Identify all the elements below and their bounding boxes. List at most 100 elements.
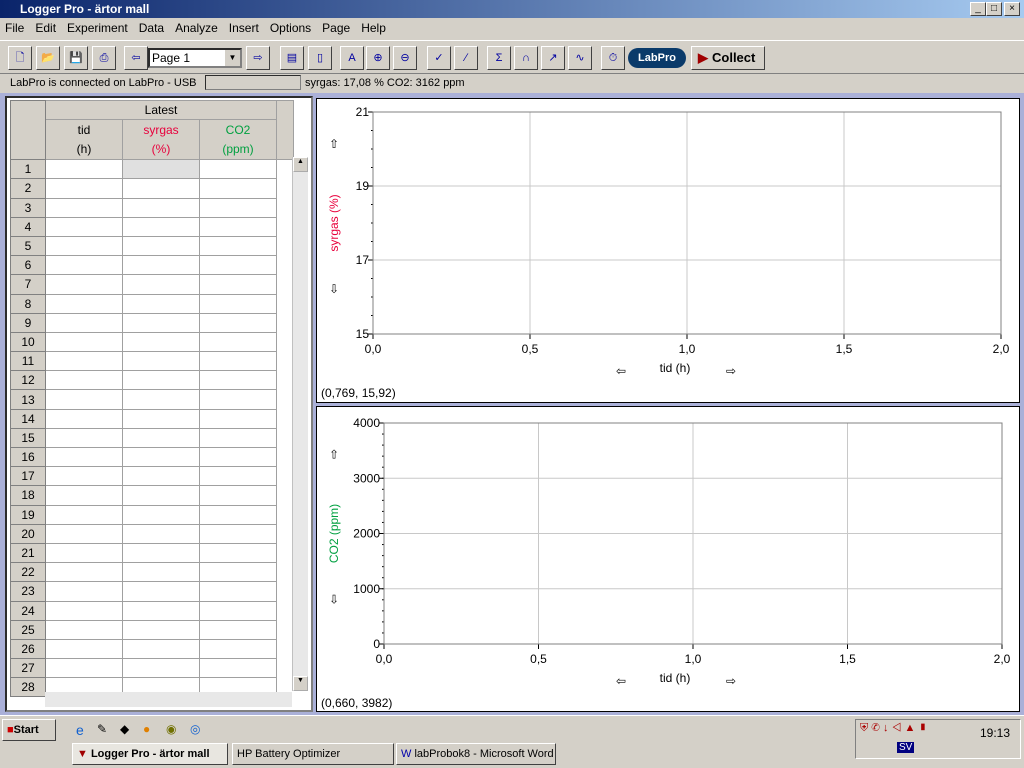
open-folder-icon[interactable]: 📂 bbox=[36, 46, 60, 70]
table-cell[interactable] bbox=[199, 504, 277, 525]
prev-page-icon[interactable]: ⇦ bbox=[124, 46, 148, 70]
table-cell[interactable] bbox=[199, 562, 277, 583]
table-cell[interactable] bbox=[45, 235, 123, 257]
internet-explorer-icon[interactable]: e bbox=[76, 722, 84, 738]
table-cell[interactable] bbox=[122, 235, 200, 257]
menu-edit[interactable]: Edit bbox=[30, 21, 62, 35]
menu-insert[interactable]: Insert bbox=[224, 21, 265, 35]
table-cell[interactable] bbox=[45, 351, 123, 372]
table-cell[interactable] bbox=[199, 255, 277, 276]
table-cell[interactable] bbox=[199, 542, 277, 564]
task-word[interactable]: W labProbok8 - Microsoft Word bbox=[396, 743, 556, 765]
minimize-button[interactable]: _ bbox=[970, 2, 986, 16]
menu-page[interactable]: Page bbox=[317, 21, 356, 35]
page-select[interactable]: Page 1 ▼ bbox=[148, 48, 242, 68]
timing-icon[interactable]: ⏱ bbox=[601, 46, 625, 70]
table-cell[interactable] bbox=[45, 389, 123, 410]
interface-icon[interactable]: ▯ bbox=[308, 46, 332, 70]
table-cell[interactable] bbox=[122, 542, 200, 564]
column-header-tid[interactable]: tid (h) bbox=[45, 119, 123, 161]
desktop-icon[interactable]: ◆ bbox=[120, 722, 129, 736]
curve-fit-icon[interactable]: ∿ bbox=[568, 46, 592, 70]
outlook-icon[interactable]: ✎ bbox=[97, 722, 107, 736]
next-page-icon[interactable]: ⇨ bbox=[246, 46, 270, 70]
table-cell[interactable] bbox=[45, 542, 123, 564]
table-cell[interactable] bbox=[122, 408, 200, 429]
table-cell[interactable] bbox=[122, 197, 200, 218]
table-cell[interactable] bbox=[122, 523, 200, 544]
table-cell[interactable] bbox=[199, 197, 277, 218]
autoscale-icon[interactable]: A bbox=[340, 46, 364, 70]
table-cell[interactable] bbox=[122, 600, 200, 621]
table-cell[interactable] bbox=[45, 293, 123, 314]
zoom-in-icon[interactable]: ⊕ bbox=[366, 46, 390, 70]
table-cell[interactable] bbox=[45, 658, 123, 679]
save-icon[interactable]: 💾 bbox=[64, 46, 88, 70]
quicktime-icon[interactable]: ◎ bbox=[190, 722, 200, 736]
clock-app-icon[interactable]: ◉ bbox=[166, 722, 176, 736]
table-cell[interactable] bbox=[199, 466, 277, 487]
table-cell[interactable] bbox=[45, 255, 123, 276]
table-cell[interactable] bbox=[45, 197, 123, 218]
table-cell[interactable] bbox=[45, 504, 123, 525]
table-cell[interactable] bbox=[45, 581, 123, 602]
table-cell[interactable] bbox=[122, 274, 200, 295]
table-cell[interactable] bbox=[45, 562, 123, 583]
column-header-syrgas[interactable]: syrgas (%) bbox=[122, 119, 200, 161]
menu-experiment[interactable]: Experiment bbox=[62, 21, 134, 35]
table-cell[interactable] bbox=[199, 658, 277, 679]
task-hp-battery[interactable]: HP Battery Optimizer bbox=[232, 743, 394, 765]
table-cell[interactable] bbox=[122, 159, 200, 180]
tray-icons[interactable]: ⛨ ✆ ↓ ◁ ▲ ▮ bbox=[860, 722, 927, 735]
collect-button[interactable]: ▶ Collect bbox=[691, 46, 765, 70]
language-indicator[interactable]: SV bbox=[897, 742, 915, 753]
table-cell[interactable] bbox=[45, 619, 123, 640]
table-cell[interactable] bbox=[199, 523, 277, 544]
table-cell[interactable] bbox=[199, 600, 277, 621]
menu-options[interactable]: Options bbox=[265, 21, 317, 35]
graph-syrgas[interactable]: 0,0 0,5 1,0 1,5 2,0 15 17 19 21 syrgas (%) ⇧ ⇩ tid (… bbox=[316, 98, 1020, 403]
table-cell[interactable] bbox=[45, 331, 123, 353]
media-player-icon[interactable]: ● bbox=[143, 722, 150, 736]
table-cell[interactable] bbox=[45, 638, 123, 660]
table-cell[interactable] bbox=[122, 466, 200, 487]
scroll-up-icon[interactable]: ▲ bbox=[293, 157, 308, 172]
task-logger-pro[interactable]: ▼ Logger Pro - ärtor mall bbox=[72, 743, 228, 765]
table-cell[interactable] bbox=[199, 638, 277, 660]
integral-icon[interactable]: ∩ bbox=[514, 46, 538, 70]
table-cell[interactable] bbox=[199, 427, 277, 449]
table-cell[interactable] bbox=[199, 293, 277, 314]
table-cell[interactable] bbox=[199, 178, 277, 199]
new-file-icon[interactable]: 🗋 bbox=[8, 46, 32, 70]
table-cell[interactable] bbox=[45, 466, 123, 487]
table-cell[interactable] bbox=[199, 446, 277, 468]
table-cell[interactable] bbox=[122, 389, 200, 410]
table-cell[interactable] bbox=[199, 159, 277, 180]
vertical-scrollbar[interactable]: ▲ ▼ bbox=[292, 157, 308, 691]
table-cell[interactable] bbox=[122, 446, 200, 468]
start-button[interactable]: ■Start bbox=[2, 719, 56, 741]
table-cell[interactable] bbox=[122, 562, 200, 583]
zoom-out-icon[interactable]: ⊖ bbox=[393, 46, 417, 70]
table-cell[interactable] bbox=[122, 370, 200, 391]
menu-file[interactable]: File bbox=[0, 21, 30, 35]
table-cell[interactable] bbox=[122, 619, 200, 640]
table-cell[interactable] bbox=[199, 619, 277, 640]
maximize-button[interactable]: □ bbox=[986, 2, 1002, 16]
scroll-down-icon[interactable]: ▼ bbox=[293, 676, 308, 691]
table-cell[interactable] bbox=[122, 255, 200, 276]
table-cell[interactable] bbox=[122, 351, 200, 372]
table-cell[interactable] bbox=[199, 216, 277, 237]
table-cell[interactable] bbox=[199, 485, 277, 506]
table-cell[interactable] bbox=[45, 485, 123, 506]
table-cell[interactable] bbox=[199, 274, 277, 295]
close-button[interactable]: × bbox=[1004, 2, 1020, 16]
table-cell[interactable] bbox=[199, 408, 277, 429]
table-cell[interactable] bbox=[45, 427, 123, 449]
table-cell[interactable] bbox=[45, 178, 123, 199]
column-header-co2[interactable]: CO2 (ppm) bbox=[199, 119, 277, 161]
table-cell[interactable] bbox=[199, 581, 277, 602]
table-cell[interactable] bbox=[45, 312, 123, 333]
table-cell[interactable] bbox=[122, 293, 200, 314]
examine-icon[interactable]: ✓ bbox=[427, 46, 451, 70]
